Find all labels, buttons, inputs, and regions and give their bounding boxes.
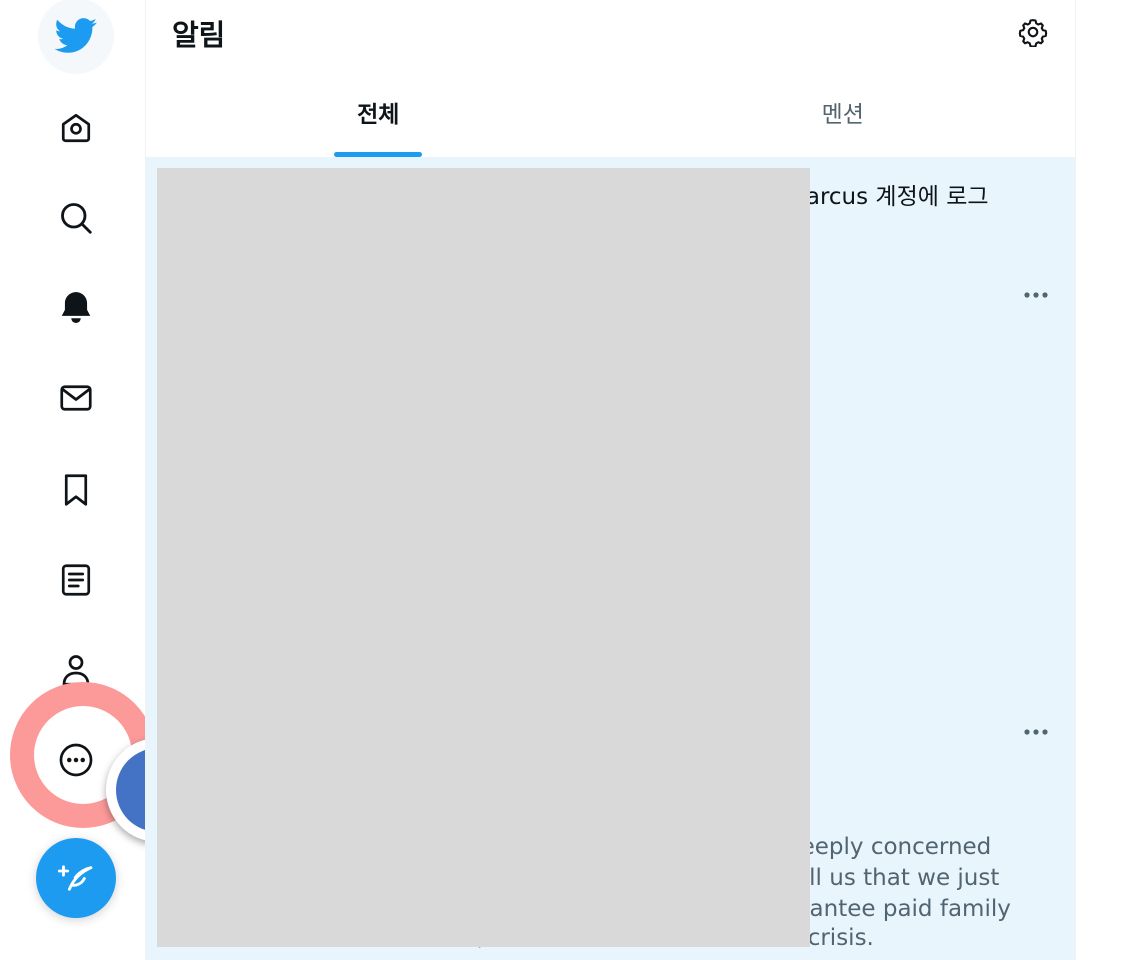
compose-tweet-button[interactable] (36, 838, 116, 918)
gear-icon (1018, 17, 1048, 51)
notification-text[interactable]: Marcus 계정에 로그 (786, 177, 989, 211)
notification-more-button[interactable] (1016, 281, 1056, 305)
sidebar-item-messages[interactable] (36, 358, 116, 438)
more-horizontal-icon (1023, 721, 1049, 740)
notification-tabs: 전체 멘션 (146, 70, 1075, 157)
sidebar-item-more[interactable] (36, 722, 116, 802)
settings-button[interactable] (1013, 14, 1053, 54)
bookmark-icon (58, 472, 94, 508)
sidebar-nav: 1 (0, 0, 210, 960)
tweet-more-button[interactable] (1016, 718, 1056, 742)
sidebar-item-bookmarks[interactable] (36, 450, 116, 530)
sidebar-item-notifications[interactable] (36, 268, 116, 348)
tab-mentions-label: 멘션 (821, 101, 864, 128)
mail-icon (58, 380, 94, 416)
sidebar-item-home[interactable] (36, 88, 116, 168)
twitter-logo-icon (38, 0, 114, 74)
tab-mentions[interactable]: 멘션 (611, 70, 1076, 157)
tweet-line: arantee paid family (786, 896, 1011, 922)
search-icon (58, 200, 94, 236)
sidebar-item-lists[interactable] (36, 540, 116, 620)
app-window: 1 알림 (0, 0, 1125, 960)
list-icon (58, 562, 94, 598)
page-title: 알림 (172, 18, 226, 52)
tab-all[interactable]: 전체 (146, 70, 611, 157)
twitter-logo-button[interactable] (36, 0, 116, 76)
tweet-line: deeply concerned (786, 834, 992, 860)
more-icon (58, 742, 94, 782)
tweet-line: tell us that we just (786, 865, 1000, 891)
compose-feather-icon (56, 856, 96, 900)
sidebar-item-explore[interactable] (36, 178, 116, 258)
tab-all-label: 전체 (357, 101, 400, 128)
notifications-header: 알림 (146, 0, 1075, 70)
redacted-area (157, 168, 810, 947)
tweet-text: deeply concerned tell us that we just ar… (786, 832, 1011, 925)
home-icon (58, 110, 94, 146)
bell-icon (57, 289, 95, 327)
more-horizontal-icon (1023, 284, 1049, 303)
